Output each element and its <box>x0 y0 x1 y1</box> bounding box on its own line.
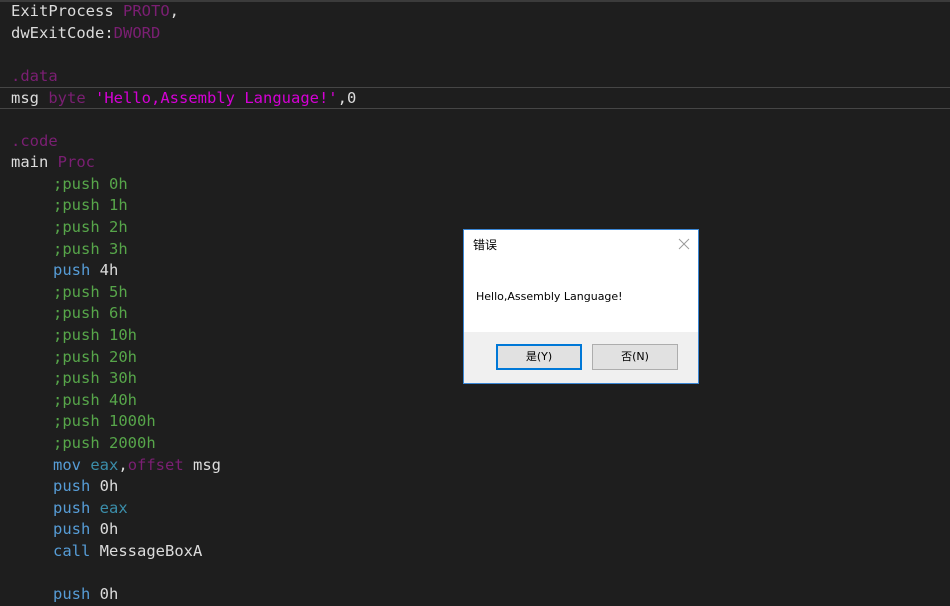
instruction: push <box>53 477 91 496</box>
code-line: push 0h <box>0 476 950 498</box>
yes-button[interactable]: 是(Y) <box>496 344 582 370</box>
code-line: ;push 2000h <box>0 433 950 455</box>
identifier: dwExitCode: <box>11 23 114 42</box>
code-line: ;push 1h <box>0 195 950 217</box>
code-line: main Proc <box>0 152 950 174</box>
dialog-message: Hello,Assembly Language! <box>476 290 623 303</box>
code-line: ;push 40h <box>0 390 950 412</box>
punctuation: ,0 <box>337 89 357 108</box>
code-line: call MessageBoxA <box>0 541 950 563</box>
message-box-dialog: 错误 Hello,Assembly Language! 是(Y) 否(N) <box>463 229 699 384</box>
offset-keyword: offset <box>127 455 184 474</box>
comment: ;push 5h <box>53 282 128 301</box>
comment: ;push 6h <box>53 304 128 323</box>
code-line: ExitProcess PROTO, <box>0 1 950 23</box>
string-literal: 'Hello,Assembly Language!' <box>95 89 338 108</box>
comment: ;push 1h <box>53 196 128 215</box>
instruction: push <box>53 498 91 517</box>
instruction: push <box>53 585 91 604</box>
code-line: mov eax,offset msg <box>0 455 950 477</box>
operand: 0h <box>90 477 119 496</box>
code-line: push 0h <box>0 519 950 541</box>
close-icon[interactable] <box>677 237 691 251</box>
comment: ;push 40h <box>53 390 137 409</box>
no-button[interactable]: 否(N) <box>592 344 678 370</box>
identifier: main <box>11 153 49 172</box>
operand: 0h <box>90 520 119 539</box>
code-line: ;push 0h <box>0 174 950 196</box>
instruction: call <box>53 542 91 560</box>
comment: ;push 1000h <box>53 412 156 431</box>
identifier: msg <box>11 89 39 108</box>
proc-keyword: Proc <box>57 153 95 172</box>
code-line-current: msg byte 'Hello,Assembly Language!',0 <box>0 87 950 109</box>
type-keyword: DWORD <box>113 23 161 42</box>
code-line: dwExitCode:DWORD <box>0 23 950 45</box>
code-line: .code <box>0 131 950 153</box>
comment: ;push 3h <box>53 239 128 258</box>
operand: 4h <box>90 261 119 280</box>
section-directive: .data <box>11 66 58 85</box>
instruction: push <box>53 520 91 539</box>
code-line: push 0h <box>0 584 950 606</box>
type-keyword: byte <box>48 89 86 108</box>
operand: MessageBoxA <box>90 542 203 560</box>
register: eax <box>90 455 119 474</box>
comment: ;push 30h <box>53 369 137 388</box>
dialog-button-bar: 是(Y) 否(N) <box>464 332 698 383</box>
punctuation: , <box>118 455 128 474</box>
punctuation: , <box>169 2 180 20</box>
directive-keyword: PROTO <box>123 2 170 20</box>
section-directive: .code <box>11 131 58 150</box>
instruction: push <box>53 261 91 280</box>
comment: ;push 2h <box>53 218 128 236</box>
code-line: ;push 1000h <box>0 411 950 433</box>
operand: 0h <box>90 585 119 604</box>
dialog-title: 错误 <box>473 238 498 252</box>
instruction: mov <box>53 455 81 474</box>
comment: ;push 2000h <box>53 434 156 452</box>
register: eax <box>99 498 128 517</box>
code-line: push eax <box>0 498 950 520</box>
comment: ;push 10h <box>53 326 137 344</box>
operand: msg <box>183 455 222 474</box>
code-line: .data <box>0 66 950 88</box>
identifier: ExitProcess <box>11 2 114 20</box>
comment: ;push 0h <box>53 174 128 193</box>
comment: ;push 20h <box>53 347 137 366</box>
